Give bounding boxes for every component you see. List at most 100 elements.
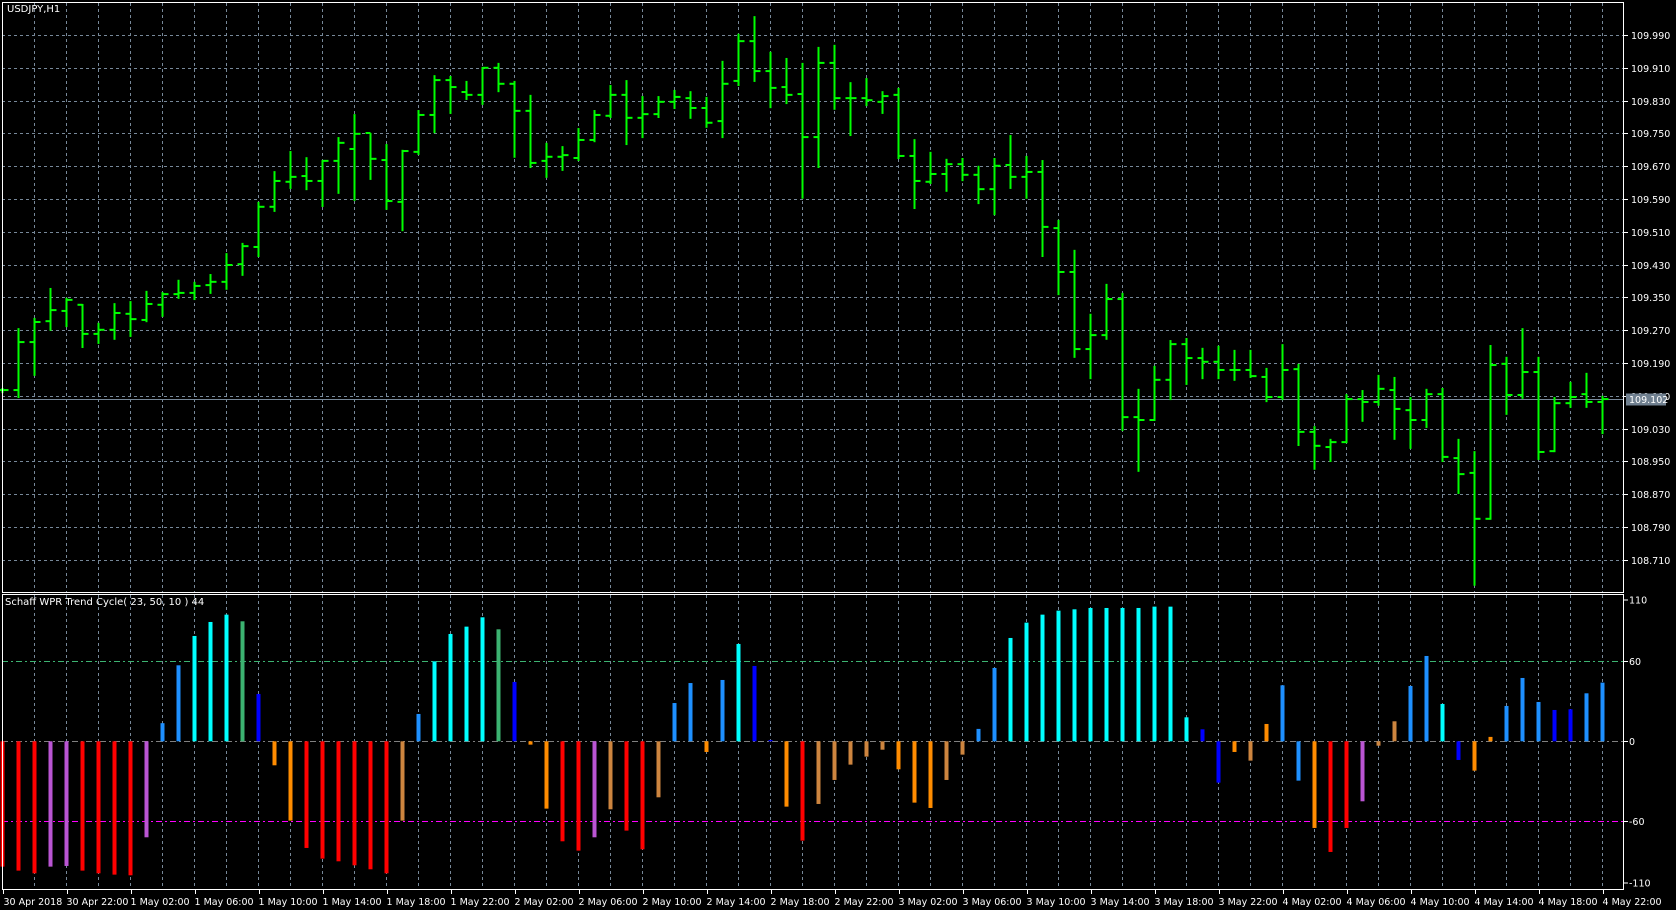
chart-background [0, 0, 1676, 910]
indicator-histogram-bar [976, 728, 981, 742]
indicator-axis-label: 60 [1629, 657, 1641, 668]
indicator-histogram-bar [752, 665, 757, 742]
indicator-histogram-bar [176, 665, 181, 742]
indicator-histogram-bar [1344, 741, 1349, 828]
price-axis-label: 108.790 [1631, 523, 1670, 534]
indicator-histogram-bar [1552, 709, 1557, 742]
indicator-histogram-bar [160, 723, 165, 742]
indicator-histogram-bar [1104, 607, 1109, 742]
time-axis-label: 30 Apr 22:00 [67, 897, 129, 908]
trading-chart[interactable]: 109.990 109.910 109.830 109.750 109.670 109.5… [0, 0, 1676, 910]
time-axis-label: 3 May 22:00 [1219, 897, 1278, 908]
time-axis-label: 2 May 18:00 [771, 897, 830, 908]
indicator-histogram-bar [208, 621, 213, 742]
indicator-title: Schaff WPR Trend Cycle( 23, 50, 10 ) 44 [5, 597, 205, 608]
indicator-histogram-bar [720, 679, 725, 742]
indicator-histogram-bar [896, 741, 901, 770]
indicator-histogram-bar [848, 741, 853, 765]
indicator-histogram-bar [1264, 723, 1269, 742]
current-price-label: 109.102 [1629, 395, 1668, 406]
indicator-histogram-bar [400, 741, 405, 821]
indicator-histogram-bar [784, 741, 789, 807]
indicator-histogram-bar [32, 741, 37, 874]
indicator-histogram-bar [1456, 741, 1461, 760]
time-axis-label: 1 May 22:00 [451, 897, 510, 908]
price-axis-label: 109.350 [1631, 293, 1670, 304]
indicator-histogram-bar [592, 741, 597, 838]
indicator-histogram-bar [704, 741, 709, 752]
indicator-histogram-bar [128, 741, 133, 876]
indicator-histogram-bar [1152, 606, 1157, 742]
indicator-histogram-bar [1392, 721, 1397, 742]
indicator-histogram-bar [1312, 741, 1317, 828]
indicator-histogram-bar [480, 617, 485, 742]
indicator-histogram-bar [272, 741, 277, 766]
indicator-histogram-bar [640, 741, 645, 850]
price-axis-label: 109.670 [1631, 162, 1670, 173]
indicator-histogram-bar [688, 683, 693, 742]
indicator-histogram-bar [1520, 677, 1525, 742]
indicator-histogram-bar [224, 614, 229, 742]
indicator-histogram-bar [1040, 614, 1045, 742]
time-axis-label: 2 May 06:00 [579, 897, 638, 908]
time-axis-label: 3 May 18:00 [1155, 897, 1214, 908]
time-axis-label: 1 May 06:00 [195, 897, 254, 908]
indicator-histogram-bar [528, 741, 533, 745]
price-axis-label: 109.430 [1631, 261, 1670, 272]
price-axis-label: 109.030 [1631, 425, 1670, 436]
indicator-histogram-bar [544, 741, 549, 809]
indicator-histogram-bar [496, 629, 501, 742]
indicator-histogram-bar [1424, 655, 1429, 742]
price-axis-label: 109.910 [1631, 64, 1670, 75]
time-axis-label: 2 May 02:00 [515, 897, 574, 908]
indicator-histogram-bar [1296, 741, 1301, 781]
indicator-histogram-bar [448, 633, 453, 742]
indicator-histogram-bar [512, 681, 517, 742]
indicator-histogram-bar [192, 635, 197, 742]
time-axis-label: 2 May 14:00 [707, 897, 766, 908]
indicator-axis-label: 0 [1629, 737, 1635, 748]
indicator-histogram-bar [1088, 607, 1093, 742]
indicator-histogram-bar [256, 693, 261, 742]
indicator-histogram-bar [16, 741, 21, 871]
price-axis-label: 109.270 [1631, 326, 1670, 337]
time-axis-label: 3 May 02:00 [899, 897, 958, 908]
indicator-histogram-bar [1280, 685, 1285, 742]
price-axis-label: 108.710 [1631, 556, 1670, 567]
indicator-histogram-bar [336, 741, 341, 862]
time-axis-label: 3 May 14:00 [1091, 897, 1150, 908]
indicator-histogram-bar [960, 741, 965, 755]
indicator-histogram-bar [944, 741, 949, 780]
price-axis-label: 108.950 [1631, 457, 1670, 468]
indicator-histogram-bar [1216, 741, 1221, 783]
price-axis-label: 109.190 [1631, 359, 1670, 370]
indicator-histogram-bar [736, 643, 741, 742]
indicator-histogram-bar [1072, 609, 1077, 742]
time-axis-label: 4 May 14:00 [1475, 897, 1534, 908]
indicator-histogram-bar [656, 741, 661, 798]
indicator-histogram-bar [1600, 682, 1605, 742]
indicator-histogram-bar [1328, 741, 1333, 852]
indicator-histogram-bar [1200, 729, 1205, 742]
indicator-histogram-bar [864, 741, 869, 757]
indicator-histogram-bar [1408, 685, 1413, 742]
time-axis-label: 1 May 10:00 [259, 897, 318, 908]
indicator-histogram-bar [608, 741, 613, 810]
price-axis-label: 109.830 [1631, 97, 1670, 108]
indicator-histogram-bar [992, 667, 997, 742]
time-axis-label: 1 May 14:00 [323, 897, 382, 908]
indicator-histogram-bar [816, 741, 821, 804]
indicator-axis-label: -60 [1629, 817, 1645, 828]
price-axis-label: 109.750 [1631, 129, 1670, 140]
time-axis-label: 3 May 10:00 [1027, 897, 1086, 908]
indicator-histogram-bar [800, 741, 805, 841]
indicator-histogram-bar [1584, 693, 1589, 742]
indicator-axis-label: 110 [1629, 596, 1647, 607]
indicator-histogram-bar [928, 741, 933, 808]
indicator-histogram-bar [96, 741, 101, 874]
indicator-histogram-bar [1568, 709, 1573, 742]
indicator-histogram-bar [1488, 736, 1493, 742]
time-axis-label: 2 May 22:00 [835, 897, 894, 908]
time-axis-label: 2 May 10:00 [643, 897, 702, 908]
indicator-histogram-bar [1184, 717, 1189, 742]
